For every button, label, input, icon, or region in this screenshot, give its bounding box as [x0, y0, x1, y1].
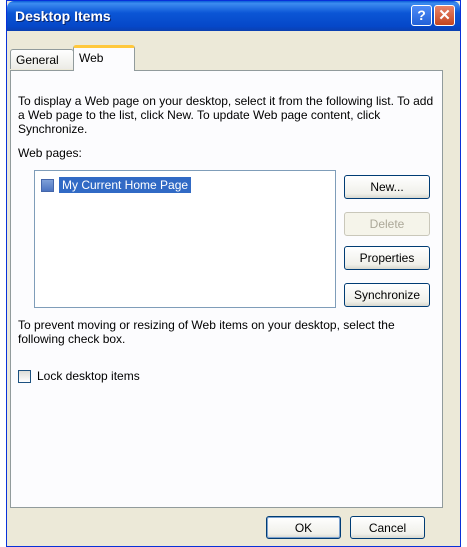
intro-text: To display a Web page on your desktop, s… [18, 94, 434, 136]
lock-hint-text: To prevent moving or resizing of Web ite… [18, 318, 395, 346]
web-pages-list[interactable]: My Current Home Page [34, 170, 336, 308]
tab-general[interactable]: General [10, 49, 74, 69]
new-button[interactable]: New... [344, 175, 430, 199]
delete-button[interactable]: Delete [344, 212, 430, 236]
ok-button[interactable]: OK [266, 516, 341, 539]
tab-web[interactable]: Web [73, 45, 135, 71]
help-button[interactable]: ? [411, 5, 432, 26]
properties-button[interactable]: Properties [344, 246, 430, 270]
lock-desktop-items-label[interactable]: Lock desktop items [37, 369, 140, 383]
lock-desktop-items-checkbox[interactable] [18, 369, 31, 383]
close-icon: ✕ [438, 7, 451, 24]
list-item[interactable]: My Current Home Page [41, 177, 192, 193]
close-button[interactable]: ✕ [434, 5, 455, 26]
synchronize-button[interactable]: Synchronize [344, 283, 430, 307]
title-bar[interactable]: Desktop Items ? ✕ [7, 1, 460, 31]
list-item-checkbox[interactable] [41, 178, 54, 192]
lock-desktop-items[interactable]: Lock desktop items [18, 369, 140, 383]
cancel-button[interactable]: Cancel [350, 516, 425, 539]
help-icon: ? [417, 7, 426, 23]
web-pages-label: Web pages: [18, 146, 82, 160]
window-title: Desktop Items [15, 8, 111, 24]
list-item-label: My Current Home Page [59, 177, 192, 193]
